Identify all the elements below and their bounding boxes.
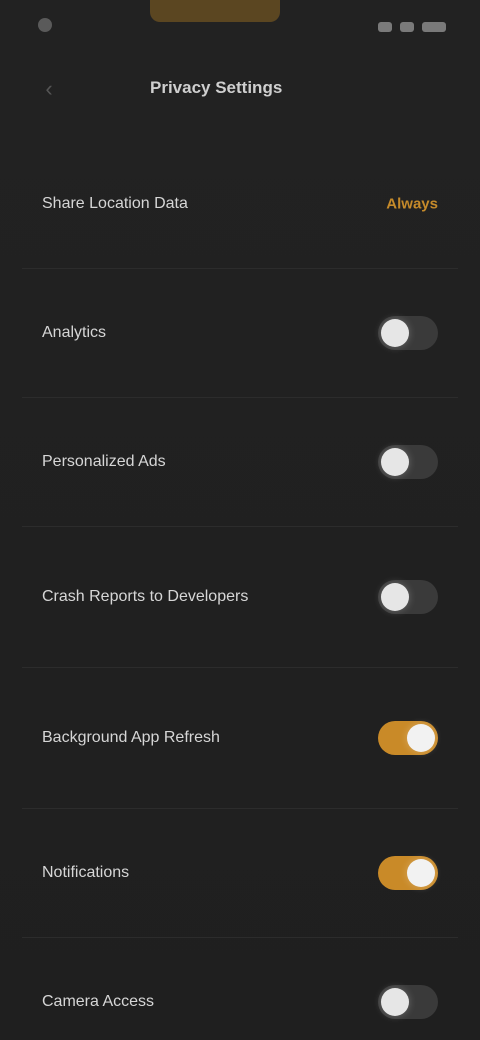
setting-row-crash-reports: Crash Reports to Developers — [22, 527, 458, 668]
toggle-switch[interactable] — [378, 721, 438, 755]
setting-label: Background App Refresh — [42, 729, 220, 746]
setting-label: Crash Reports to Developers — [42, 588, 249, 605]
setting-label: Camera Access — [42, 993, 155, 1010]
toggle-knob — [381, 319, 409, 347]
battery-icon — [422, 22, 446, 32]
setting-row-background-refresh: Background App Refresh — [22, 668, 458, 809]
status-notch — [150, 0, 280, 22]
wifi-icon — [400, 22, 414, 32]
toggle-knob — [407, 859, 435, 887]
toggle-knob — [381, 583, 409, 611]
setting-label: Personalized Ads — [42, 453, 166, 470]
setting-label: Analytics — [42, 324, 107, 341]
toggle-knob — [381, 448, 409, 476]
settings-list: Share Location Data Always Analytics Per… — [22, 140, 458, 1040]
status-dot-icon — [38, 18, 52, 32]
page-title: Privacy Settings — [150, 78, 283, 97]
setting-label: Share Location Data — [42, 195, 188, 212]
chevron-left-icon: ‹ — [45, 76, 53, 101]
signal-icon — [378, 22, 392, 32]
back-button[interactable]: ‹ — [34, 74, 64, 104]
setting-row-notifications: Notifications — [22, 809, 458, 938]
toggle-switch[interactable] — [378, 445, 438, 479]
toggle-switch[interactable] — [378, 856, 438, 890]
setting-row-analytics: Analytics — [22, 269, 458, 398]
settings-screen: ‹ Privacy Settings Share Location Data A… — [0, 0, 480, 1040]
status-bar — [0, 0, 480, 56]
setting-row-ads: Personalized Ads — [22, 398, 458, 527]
toggle-knob — [407, 724, 435, 752]
toggle-switch[interactable] — [378, 580, 438, 614]
setting-label: Notifications — [42, 864, 130, 881]
setting-row-location[interactable]: Share Location Data Always — [22, 140, 458, 269]
toggle-knob — [381, 988, 409, 1016]
status-icons — [378, 22, 446, 32]
setting-row-camera: Camera Access — [22, 938, 458, 1040]
setting-value[interactable]: Always — [386, 196, 438, 213]
toggle-switch[interactable] — [378, 316, 438, 350]
toggle-switch[interactable] — [378, 985, 438, 1019]
header: ‹ Privacy Settings — [0, 56, 480, 126]
